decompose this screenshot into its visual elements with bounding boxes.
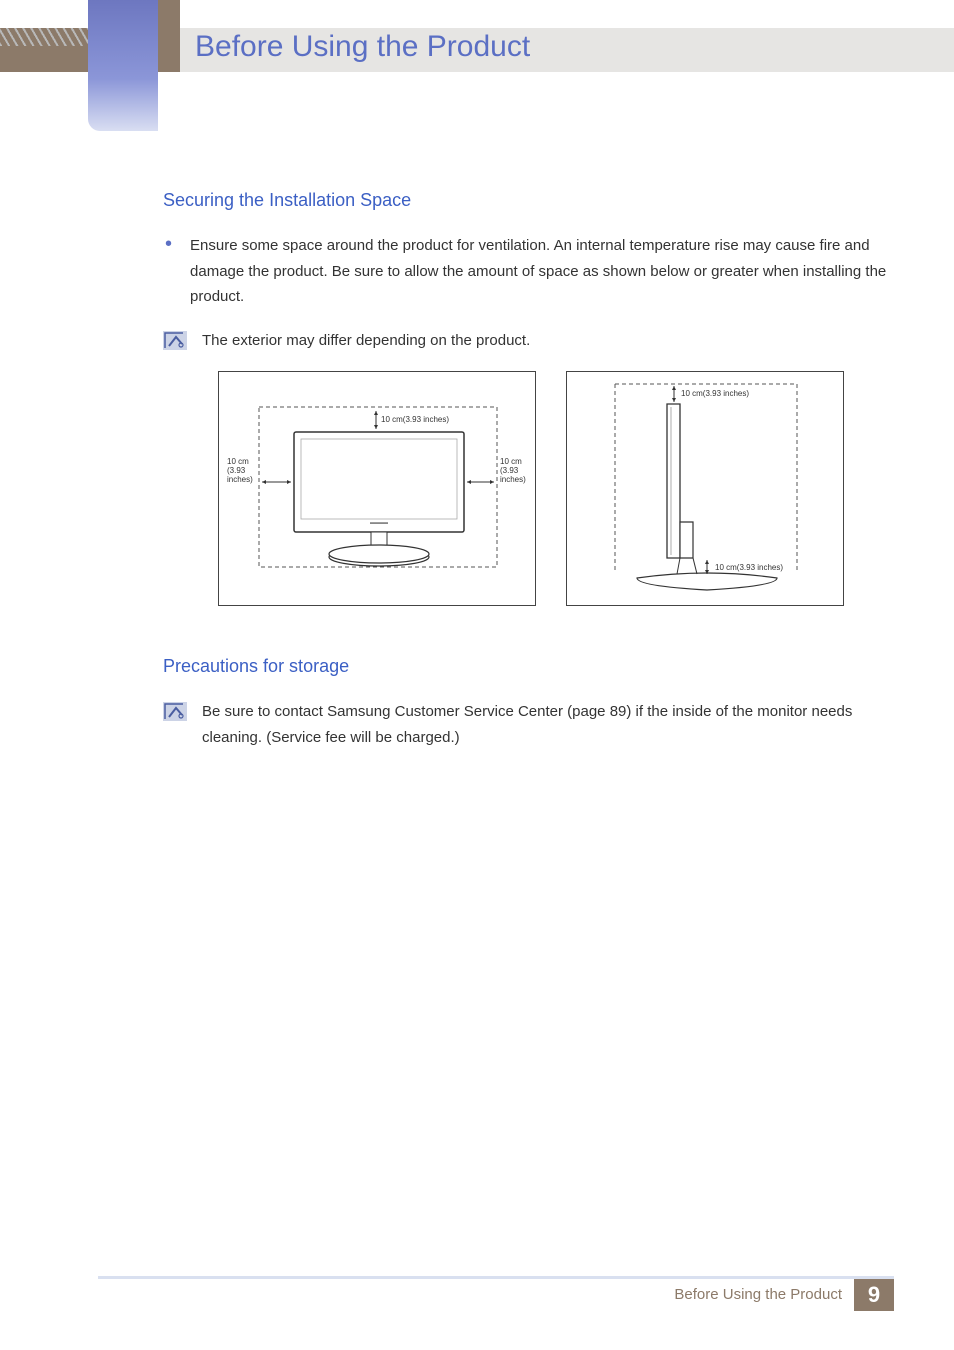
label-top: 10 cm(3.93 inches): [381, 415, 449, 424]
page-number: 9: [854, 1279, 894, 1311]
footer-title: Before Using the Product: [674, 1286, 842, 1303]
label-left-2: (3.93: [227, 466, 246, 475]
footer: Before Using the Product 9: [98, 1276, 894, 1310]
label-right-2: (3.93: [500, 466, 519, 475]
note-icon: [163, 702, 187, 721]
diagram-front-view: ▬▬▬ 10 cm(3.93 inches) 10 cm (3.93 inche…: [218, 371, 536, 606]
bullet-item: • Ensure some space around the product f…: [163, 233, 894, 310]
label-left-3: inches): [227, 475, 253, 484]
note-text-storage: Be sure to contact Samsung Customer Serv…: [202, 699, 894, 750]
note-text: The exterior may differ depending on the…: [202, 328, 530, 354]
label-right-3: inches): [500, 475, 526, 484]
bullet-icon: •: [165, 233, 172, 255]
header-purple-tab: [88, 0, 158, 131]
label-right-1: 10 cm: [500, 457, 522, 466]
label-side-bottom: 10 cm(3.93 inches): [715, 563, 783, 572]
section-heading-storage: Precautions for storage: [163, 656, 894, 677]
section-heading-installation: Securing the Installation Space: [163, 190, 894, 211]
svg-text:▬▬▬: ▬▬▬: [370, 520, 388, 526]
diagram-container: ▬▬▬ 10 cm(3.93 inches) 10 cm (3.93 inche…: [218, 371, 894, 606]
note-icon: [163, 331, 187, 350]
bullet-text: Ensure some space around the product for…: [190, 233, 894, 310]
page-title: Before Using the Product: [195, 30, 530, 64]
note-row-storage: Be sure to contact Samsung Customer Serv…: [163, 699, 894, 750]
note-row: The exterior may differ depending on the…: [163, 328, 894, 354]
label-left-1: 10 cm: [227, 457, 249, 466]
diagram-side-view: 10 cm(3.93 inches) 10 cm(3.93 inches): [566, 371, 844, 606]
label-side-top: 10 cm(3.93 inches): [681, 389, 749, 398]
